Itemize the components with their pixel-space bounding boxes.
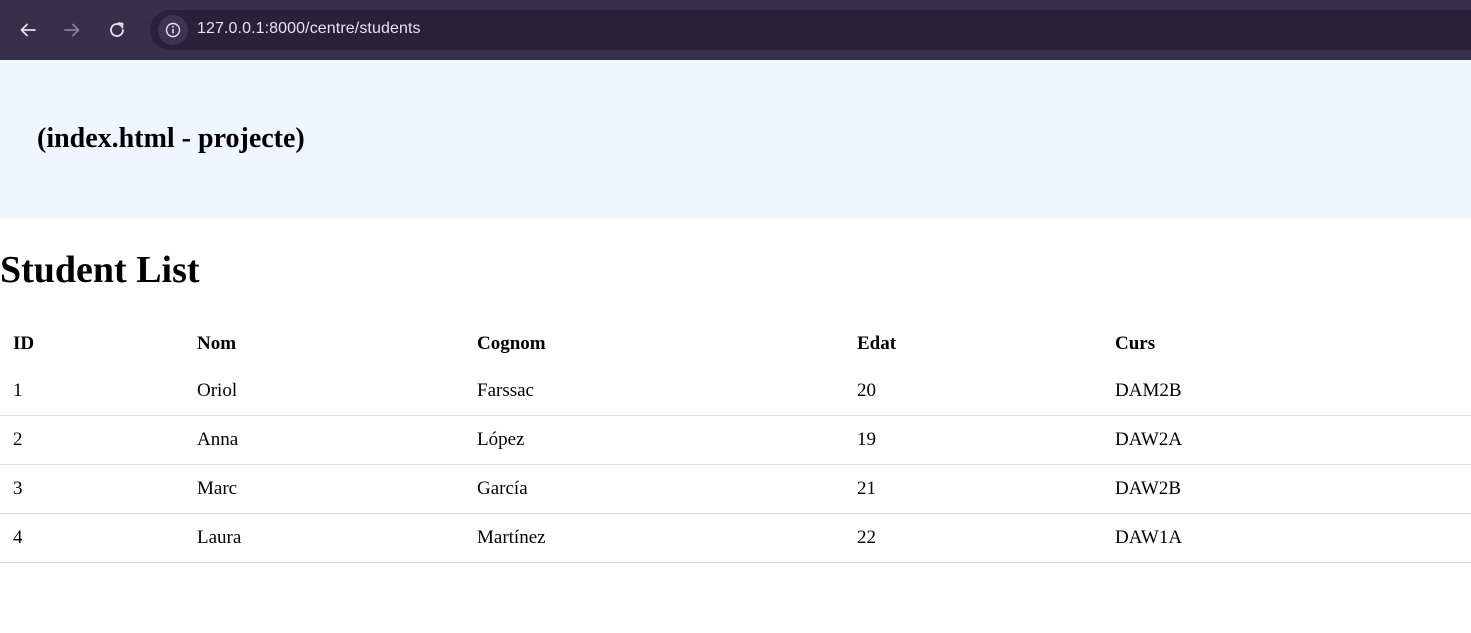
table-row: 1 Oriol Farssac 20 DAM2B [0,367,1471,416]
column-header-edat: Edat [857,332,897,354]
cell-curs: DAW2A [1102,415,1471,465]
cell-cognom: Farssac [464,367,844,416]
table-row: 3 Marc García 21 DAW2B [0,464,1471,514]
column-header-curs: Curs [1115,332,1156,354]
cell-edat: 22 [844,513,1102,563]
cell-nom: Laura [184,513,464,563]
table-header-row: ID Nom Cognom Edat Curs [0,320,1471,367]
cell-nom: Anna [184,415,464,465]
arrow-left-icon [20,23,36,37]
page-title: Student List [0,249,200,291]
cell-id: 4 [0,513,184,563]
cell-nom: Marc [184,464,464,514]
cell-cognom: López [464,415,844,465]
column-header-id: ID [13,332,35,354]
cell-curs: DAW1A [1102,513,1471,563]
site-info-button[interactable] [158,15,188,45]
student-table: ID Nom Cognom Edat Curs 1 Oriol Farssac … [0,320,1471,563]
arrow-right-icon [64,23,80,37]
header-text: (index.html - projecte) [37,123,305,154]
reload-button[interactable] [103,16,131,44]
browser-toolbar: 127.0.0.1:8000/centre/students [0,0,1471,60]
column-header-cognom: Cognom [477,332,546,354]
cell-edat: 21 [844,464,1102,514]
page-header: (index.html - projecte) [0,60,1471,219]
info-icon [165,22,181,38]
back-button[interactable] [14,16,42,44]
cell-id: 1 [0,367,184,416]
table-row: 4 Laura Martínez 22 DAW1A [0,513,1471,563]
reload-icon [110,22,124,37]
cell-id: 3 [0,464,184,514]
url-text[interactable]: 127.0.0.1:8000/centre/students [197,20,421,38]
cell-edat: 19 [844,415,1102,465]
table-row: 2 Anna López 19 DAW2A [0,415,1471,465]
cell-cognom: Martínez [464,513,844,563]
cell-cognom: García [464,464,844,514]
cell-nom: Oriol [184,367,464,416]
cell-id: 2 [0,415,184,465]
address-bar[interactable]: 127.0.0.1:8000/centre/students [150,10,1471,50]
cell-curs: DAW2B [1102,464,1471,514]
cell-edat: 20 [844,367,1102,416]
forward-button[interactable] [58,16,86,44]
column-header-nom: Nom [197,332,237,354]
cell-curs: DAM2B [1102,367,1471,416]
